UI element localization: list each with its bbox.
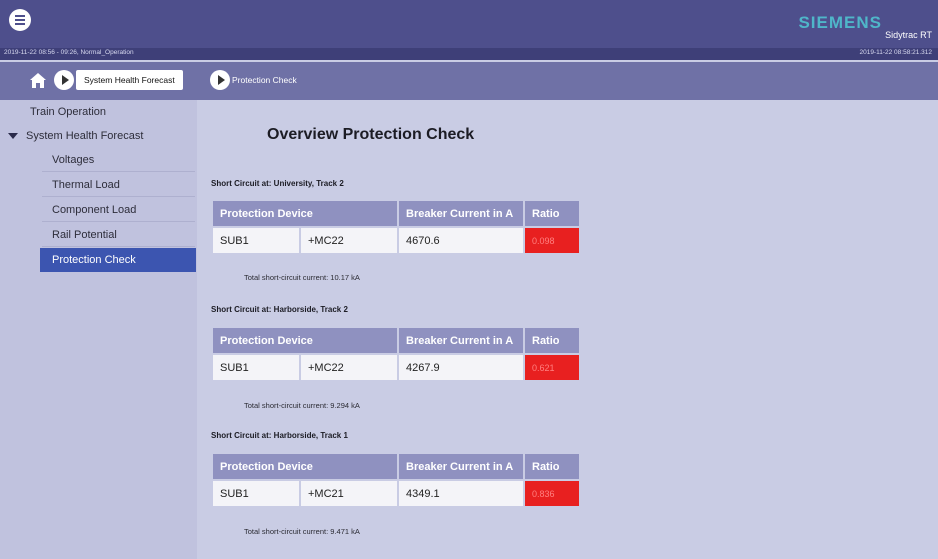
menu-icon[interactable] [9, 9, 31, 31]
ratio-cell: 0.836 [525, 481, 579, 506]
sidebar-item-label: Protection Check [52, 254, 136, 266]
chevron-right-icon[interactable] [54, 70, 74, 90]
total-short-circuit-current: Total short-circuit current: 9.471 kA [244, 527, 360, 536]
column-header: Protection Device [213, 201, 397, 226]
current-cell: 4349.1 [399, 481, 523, 506]
table-row: SUB1 +MC22 4670.6 0.098 [213, 228, 579, 253]
protection-table: Protection Device Breaker Current in A R… [211, 452, 581, 508]
column-header: Protection Device [213, 328, 397, 353]
simulation-period: 2019-11-22 08:56 - 09:26, Normal_Operati… [4, 49, 134, 56]
protection-table: Protection Device Breaker Current in A R… [211, 199, 581, 255]
sidebar-item-label: Voltages [52, 154, 95, 166]
breaker-cell: +MC21 [301, 481, 397, 506]
section-title: Short Circuit at: University, Track 2 [211, 179, 344, 188]
column-header: Breaker Current in A [399, 201, 523, 226]
total-short-circuit-current: Total short-circuit current: 9.294 kA [244, 401, 360, 410]
sidebar-item-voltages[interactable]: Voltages [0, 148, 197, 172]
sidebar-item-label: Thermal Load [52, 179, 120, 191]
section-title: Short Circuit at: Harborside, Track 1 [211, 431, 348, 440]
total-short-circuit-current: Total short-circuit current: 10.17 kA [244, 273, 360, 282]
sidebar-item-rail-potential[interactable]: Rail Potential [0, 223, 197, 247]
current-cell: 4267.9 [399, 355, 523, 380]
device-cell: SUB1 [213, 228, 299, 253]
current-timestamp: 2019-11-22 08:58:21.312 [859, 49, 932, 56]
home-icon[interactable] [28, 70, 48, 90]
sidebar-item-label: Train Operation [30, 106, 107, 118]
column-header: Breaker Current in A [399, 454, 523, 479]
sidebar: Train Operation System Health Forecast V… [0, 100, 197, 559]
column-header: Ratio [525, 201, 579, 226]
table-header-row: Protection Device Breaker Current in A R… [213, 328, 579, 353]
app-name: Sidytrac RT [885, 30, 932, 40]
sidebar-item-component-load[interactable]: Component Load [0, 198, 197, 222]
sidebar-item-system-health-forecast[interactable]: System Health Forecast [0, 124, 197, 148]
sidebar-item-protection-check[interactable]: Protection Check [40, 248, 196, 272]
sidebar-item-label: System Health Forecast [26, 130, 144, 142]
column-header: Ratio [525, 454, 579, 479]
table-header-row: Protection Device Breaker Current in A R… [213, 454, 579, 479]
breaker-cell: +MC22 [301, 228, 397, 253]
protection-table: Protection Device Breaker Current in A R… [211, 326, 581, 382]
siemens-logo: SIEMENS [798, 13, 882, 32]
column-header: Ratio [525, 328, 579, 353]
ratio-cell: 0.621 [525, 355, 579, 380]
page-title: Overview Protection Check [267, 126, 475, 143]
table-row: SUB1 +MC22 4267.9 0.621 [213, 355, 579, 380]
breaker-cell: +MC22 [301, 355, 397, 380]
sidebar-item-label: Component Load [52, 204, 137, 216]
triangle-down-icon [8, 133, 18, 140]
top-bar: SIEMENS Sidytrac RT 2019-11-22 08:56 - 0… [0, 0, 938, 60]
column-header: Breaker Current in A [399, 328, 523, 353]
breadcrumb-current: Protection Check [232, 75, 297, 85]
table-header-row: Protection Device Breaker Current in A R… [213, 201, 579, 226]
status-line: 2019-11-22 08:56 - 09:26, Normal_Operati… [0, 48, 938, 60]
ratio-cell: 0.098 [525, 228, 579, 253]
current-cell: 4670.6 [399, 228, 523, 253]
sidebar-item-thermal-load[interactable]: Thermal Load [0, 173, 197, 197]
section-title: Short Circuit at: Harborside, Track 2 [211, 305, 348, 314]
table-row: SUB1 +MC21 4349.1 0.836 [213, 481, 579, 506]
column-header: Protection Device [213, 454, 397, 479]
sidebar-item-label: Rail Potential [52, 229, 117, 241]
chevron-right-icon[interactable] [210, 70, 230, 90]
device-cell: SUB1 [213, 481, 299, 506]
breadcrumb-parent[interactable]: System Health Forecast [76, 70, 183, 90]
device-cell: SUB1 [213, 355, 299, 380]
sidebar-item-train-operation[interactable]: Train Operation [0, 100, 197, 124]
